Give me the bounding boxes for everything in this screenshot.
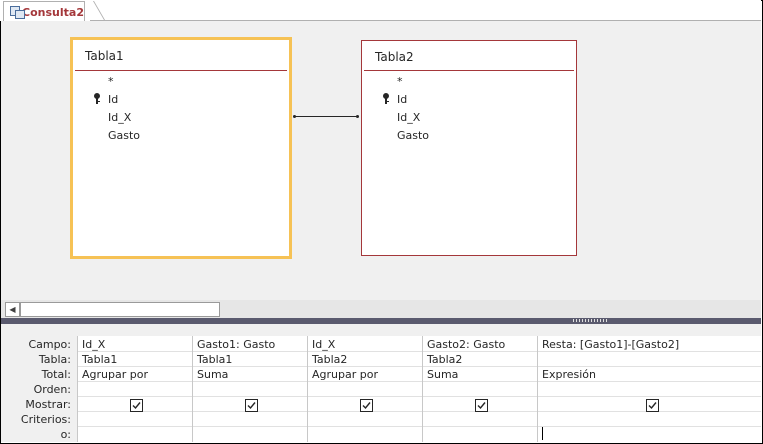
field-gasto[interactable]: Gasto: [108, 129, 140, 142]
total-cell[interactable]: Agrupar por: [312, 368, 378, 381]
row-label-tabla: Tabla:: [38, 353, 71, 366]
field-asterisk[interactable]: *: [108, 75, 114, 88]
query-icon: [10, 6, 25, 19]
splitter-grip-icon[interactable]: [573, 319, 609, 322]
campo-cell[interactable]: Id_X: [82, 338, 105, 351]
row-label-criterios: Criterios:: [20, 413, 71, 426]
tabla-cell[interactable]: Tabla1: [197, 353, 232, 366]
table-pane[interactable]: Tabla1 * Id Id_X Gasto Tabla2 * Id Id_X …: [1, 21, 761, 300]
grid-column-4[interactable]: Gasto2: Gasto Tabla2 Suma: [422, 336, 538, 442]
join-line[interactable]: [294, 116, 357, 117]
campo-cell[interactable]: Gasto2: Gasto: [427, 338, 505, 351]
table-title: Tabla2: [375, 50, 414, 64]
scroll-thumb[interactable]: [20, 302, 220, 317]
mostrar-checkbox[interactable]: [245, 399, 258, 412]
field-id-x[interactable]: Id_X: [397, 111, 420, 124]
total-cell[interactable]: Suma: [197, 368, 228, 381]
table-title: Tabla1: [85, 49, 124, 63]
tabla-cell[interactable]: Tabla2: [312, 353, 347, 366]
design-grid-pane: Campo: Tabla: Total: Orden: Mostrar: Cri…: [1, 324, 761, 442]
text-cursor: [542, 427, 543, 440]
total-cell[interactable]: Agrupar por: [82, 368, 148, 381]
tabla-cell[interactable]: Tabla2: [427, 353, 462, 366]
field-id[interactable]: Id: [397, 93, 407, 106]
tabla-cell[interactable]: Tabla1: [82, 353, 117, 366]
row-label-total: Total:: [41, 368, 71, 381]
mostrar-checkbox[interactable]: [130, 399, 143, 412]
grid-column-2[interactable]: Gasto1: Gasto Tabla1 Suma: [192, 336, 308, 442]
document-tab-bar: Consulta2: [0, 0, 761, 22]
field-gasto[interactable]: Gasto: [397, 129, 429, 142]
scroll-left-arrow-icon[interactable]: ◀: [5, 302, 20, 317]
row-label-orden: Orden:: [33, 383, 71, 396]
campo-cell[interactable]: Id_X: [312, 338, 335, 351]
tab-consulta2[interactable]: Consulta2: [3, 1, 85, 22]
field-id[interactable]: Id: [108, 93, 118, 106]
table-box-tabla2[interactable]: Tabla2 * Id Id_X Gasto: [361, 40, 577, 256]
tab-edge: [83, 1, 93, 21]
campo-cell[interactable]: Gasto1: Gasto: [197, 338, 275, 351]
horizontal-scrollbar[interactable]: ◀: [1, 300, 761, 318]
campo-cell[interactable]: Resta: [Gasto1]-[Gasto2]: [542, 338, 679, 351]
primary-key-icon: [93, 93, 101, 104]
join-endpoint: [356, 115, 359, 118]
primary-key-icon: [382, 93, 390, 104]
table-box-tabla1[interactable]: Tabla1 * Id Id_X Gasto: [70, 37, 292, 259]
total-cell[interactable]: Expresión: [542, 368, 596, 381]
mostrar-checkbox[interactable]: [360, 399, 373, 412]
row-label-o: o:: [60, 428, 71, 441]
mostrar-checkbox[interactable]: [475, 399, 488, 412]
mostrar-checkbox[interactable]: [646, 399, 659, 412]
grid-column-3[interactable]: Id_X Tabla2 Agrupar por: [307, 336, 423, 442]
row-label-mostrar: Mostrar:: [25, 398, 71, 411]
tab-label: Consulta2: [22, 5, 84, 19]
field-asterisk[interactable]: *: [397, 75, 403, 88]
row-label-campo: Campo:: [28, 338, 71, 351]
divider: [364, 70, 574, 71]
grid-column-5[interactable]: Resta: [Gasto1]-[Gasto2] Expresión: [537, 336, 762, 442]
total-cell[interactable]: Suma: [427, 368, 458, 381]
grid-column-1[interactable]: Id_X Tabla1 Agrupar por: [77, 336, 193, 442]
field-id-x[interactable]: Id_X: [108, 111, 131, 124]
divider: [75, 70, 287, 71]
